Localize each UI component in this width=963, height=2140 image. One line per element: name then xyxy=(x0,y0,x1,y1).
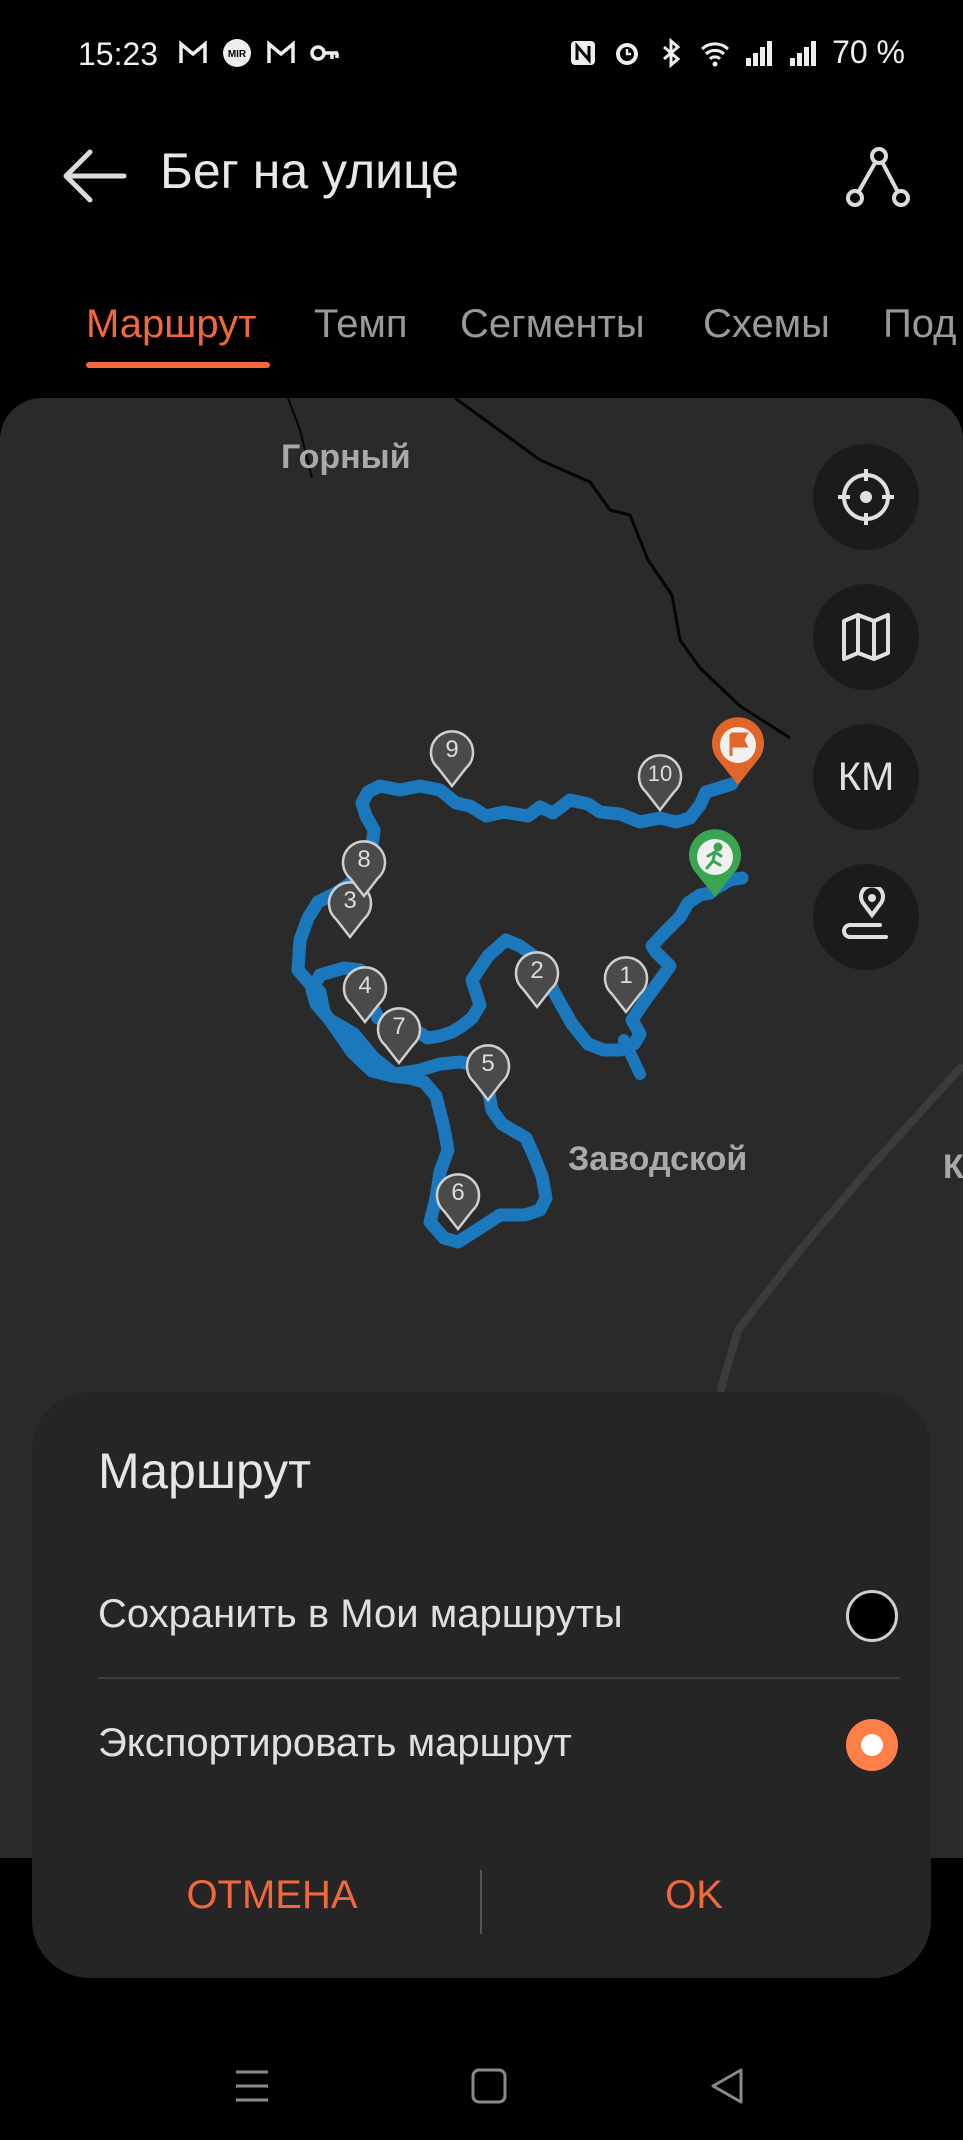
km-marker-label: 8 xyxy=(357,846,370,873)
km-marker[interactable]: 6 xyxy=(435,1173,481,1232)
radio-button-selected[interactable] xyxy=(846,1719,898,1771)
km-marker[interactable]: 7 xyxy=(376,1007,422,1066)
button-separator xyxy=(480,1870,482,1934)
option-export-route[interactable]: Экспортировать маршрут xyxy=(98,1683,898,1803)
tab-charts[interactable]: Схемы xyxy=(703,302,830,347)
tab-bar: Маршрут Темп Сегменты Схемы Под xyxy=(0,290,963,370)
route-pin-icon xyxy=(842,887,888,939)
finish-flag-pin[interactable] xyxy=(712,717,764,785)
route-dialog: Маршрут Сохранить в Мои маршруты Экспорт… xyxy=(32,1392,931,1978)
route-share-icon[interactable] xyxy=(843,142,913,212)
gmail-icon xyxy=(179,40,207,63)
mir-icon: MIR xyxy=(223,39,251,67)
km-marker-label: 9 xyxy=(445,736,458,763)
tab-segments[interactable]: Сегменты xyxy=(460,302,645,347)
bluetooth-icon xyxy=(663,37,681,68)
tab-more[interactable]: Под xyxy=(883,302,956,347)
page-title: Бег на улице xyxy=(160,143,459,199)
wifi-icon xyxy=(701,41,730,66)
tab-route[interactable]: Маршрут xyxy=(86,302,256,347)
gmail-icon xyxy=(267,40,295,63)
cancel-button[interactable]: ОТМЕНА xyxy=(82,1852,462,1938)
status-bar: 15:23 MIR 70 % xyxy=(0,0,963,110)
units-button[interactable]: КМ xyxy=(813,724,919,830)
option-label: Сохранить в Мои маршруты xyxy=(98,1592,623,1636)
divider xyxy=(98,1677,900,1679)
km-marker[interactable]: 5 xyxy=(465,1044,511,1103)
locate-button[interactable] xyxy=(813,444,919,550)
km-marker-label: 3 xyxy=(343,887,356,914)
km-marker-label: 7 xyxy=(392,1013,405,1040)
units-label: КМ xyxy=(837,754,895,799)
key-icon xyxy=(310,45,339,61)
active-tab-indicator xyxy=(86,362,270,368)
battery-level: 70 % xyxy=(832,34,905,70)
status-time: 15:23 xyxy=(78,36,159,72)
km-marker[interactable]: 10 xyxy=(637,754,683,813)
option-save-to-my-routes[interactable]: Сохранить в Мои маршруты xyxy=(98,1554,898,1674)
km-marker[interactable]: 9 xyxy=(429,730,475,789)
option-label: Экспортировать маршрут xyxy=(98,1721,572,1765)
crosshair-icon xyxy=(838,469,894,525)
signal-icon xyxy=(746,40,773,66)
map-road xyxy=(716,1062,963,1394)
map-layers-button[interactable] xyxy=(813,584,919,690)
back-arrow-icon[interactable] xyxy=(60,144,130,208)
map-icon xyxy=(842,613,890,661)
back-icon[interactable] xyxy=(707,2066,747,2106)
svg-text:MIR: MIR xyxy=(228,49,247,60)
route-points-button[interactable] xyxy=(813,864,919,970)
km-marker-label: 5 xyxy=(481,1050,494,1077)
menu-icon[interactable] xyxy=(232,2066,272,2106)
km-marker-label: 2 xyxy=(530,957,543,984)
nfc-icon xyxy=(571,40,596,65)
ok-button[interactable]: OK xyxy=(504,1852,884,1938)
map-road xyxy=(454,398,791,740)
dialog-title: Маршрут xyxy=(98,1443,312,1499)
km-marker-label: 6 xyxy=(451,1179,464,1206)
app-bar: Бег на улице xyxy=(0,120,963,230)
start-runner-pin[interactable] xyxy=(689,829,741,897)
place-label: Заводской xyxy=(568,1140,748,1178)
km-marker-label: 4 xyxy=(358,972,371,999)
place-label: Горный xyxy=(281,438,411,476)
radio-button[interactable] xyxy=(846,1590,898,1642)
km-marker-label: 1 xyxy=(619,962,632,989)
km-marker-label: 10 xyxy=(648,761,672,786)
signal-icon xyxy=(790,40,817,66)
place-label: К xyxy=(943,1148,963,1186)
home-icon[interactable] xyxy=(469,2066,509,2106)
alarm-icon xyxy=(616,42,639,65)
system-nav-bar xyxy=(0,2040,963,2140)
tab-pace[interactable]: Темп xyxy=(314,302,408,347)
